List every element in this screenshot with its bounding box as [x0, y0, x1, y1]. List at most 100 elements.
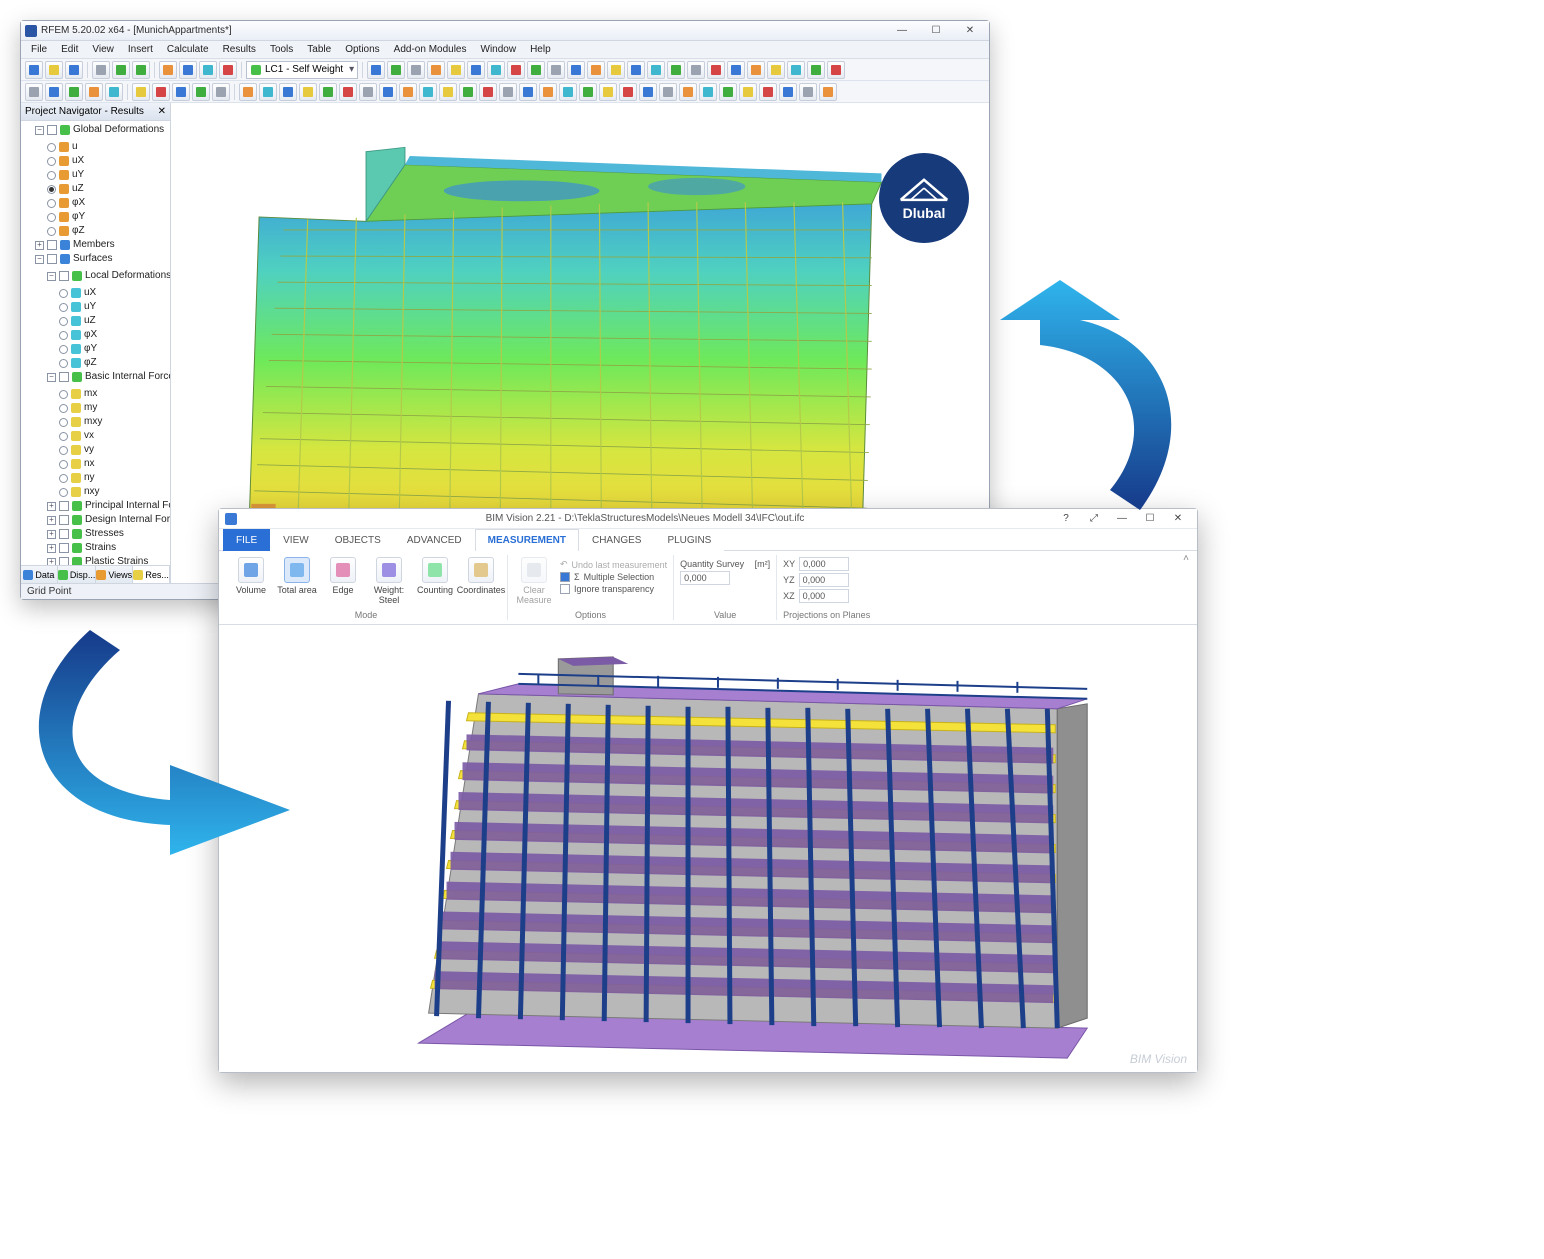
tab-changes[interactable]: CHANGES: [579, 529, 654, 551]
tb-btn-icon[interactable]: [719, 83, 737, 101]
tree-surfaces[interactable]: Surfaces: [73, 252, 112, 266]
checkbox[interactable]: [59, 271, 69, 281]
tree-item[interactable]: φY: [72, 210, 85, 224]
checkbox[interactable]: [47, 240, 57, 250]
menu-window[interactable]: Window: [475, 43, 523, 56]
tb-btn-icon[interactable]: [179, 61, 197, 79]
tb-btn-icon[interactable]: [467, 61, 485, 79]
maximize-button[interactable]: ☐: [921, 23, 951, 39]
undo-measurement[interactable]: ↶Undo last measurement: [560, 559, 667, 570]
tree-item[interactable]: my: [84, 401, 97, 415]
expand-icon[interactable]: −: [47, 272, 56, 281]
tb-btn-icon[interactable]: [599, 83, 617, 101]
loadcase-combo[interactable]: LC1 - Self Weight: [246, 61, 358, 79]
radio[interactable]: [59, 345, 68, 354]
tb-btn-icon[interactable]: [487, 61, 505, 79]
tb-btn-icon[interactable]: [539, 83, 557, 101]
radio[interactable]: [59, 474, 68, 483]
tb-btn-icon[interactable]: [527, 61, 545, 79]
tb-btn-icon[interactable]: [807, 61, 825, 79]
radio[interactable]: [59, 404, 68, 413]
expand-icon[interactable]: −: [35, 126, 44, 135]
close-button[interactable]: ✕: [955, 23, 985, 39]
tb-new-icon[interactable]: [25, 61, 43, 79]
menu-insert[interactable]: Insert: [122, 43, 159, 56]
tb-btn-icon[interactable]: [45, 83, 63, 101]
menu-tools[interactable]: Tools: [264, 43, 299, 56]
tb-btn-icon[interactable]: [587, 61, 605, 79]
tree-item[interactable]: nxy: [84, 485, 100, 499]
tb-btn-icon[interactable]: [679, 83, 697, 101]
tree-global-deformations[interactable]: Global Deformations: [73, 123, 164, 137]
menu-view[interactable]: View: [86, 43, 120, 56]
mode-volume[interactable]: Volume: [231, 555, 271, 595]
tree-item[interactable]: mxy: [84, 415, 102, 429]
tab-plugins[interactable]: PLUGINS: [654, 529, 724, 551]
tb-btn-icon[interactable]: [459, 83, 477, 101]
checkbox[interactable]: [59, 372, 69, 382]
tree-item[interactable]: uX: [72, 154, 84, 168]
tb-btn-icon[interactable]: [727, 61, 745, 79]
tree-plastic-strains[interactable]: Plastic Strains: [85, 555, 148, 565]
clear-measure[interactable]: Clear Measure: [514, 555, 554, 605]
tree-basic-if[interactable]: Basic Internal Forces: [85, 370, 170, 384]
menu-options[interactable]: Options: [339, 43, 385, 56]
tree-design-if[interactable]: Design Internal Forces: [85, 513, 170, 527]
checkbox[interactable]: [59, 557, 69, 565]
tb-btn-icon[interactable]: [367, 61, 385, 79]
tb-btn-icon[interactable]: [827, 61, 845, 79]
proj-xy-field[interactable]: 0,000: [799, 557, 849, 571]
expand-icon[interactable]: +: [47, 516, 56, 525]
tb-btn-icon[interactable]: [279, 83, 297, 101]
radio[interactable]: [47, 227, 56, 236]
radio[interactable]: [59, 460, 68, 469]
radio[interactable]: [47, 143, 56, 152]
tb-btn-icon[interactable]: [707, 61, 725, 79]
menu-results[interactable]: Results: [217, 43, 262, 56]
menu-file[interactable]: File: [25, 43, 53, 56]
checkbox[interactable]: [47, 125, 57, 135]
tb-btn-icon[interactable]: [319, 83, 337, 101]
tb-btn-icon[interactable]: [767, 61, 785, 79]
tb-btn-icon[interactable]: [819, 83, 837, 101]
radio[interactable]: [59, 303, 68, 312]
tree-item[interactable]: vx: [84, 429, 94, 443]
radio[interactable]: [59, 488, 68, 497]
tb-btn-icon[interactable]: [152, 83, 170, 101]
checkbox[interactable]: [560, 584, 570, 594]
tb-btn-icon[interactable]: [359, 83, 377, 101]
tb-btn-icon[interactable]: [212, 83, 230, 101]
tree-item[interactable]: vy: [84, 443, 94, 457]
tab-measurement[interactable]: MEASUREMENT: [475, 529, 579, 551]
tb-btn-icon[interactable]: [419, 83, 437, 101]
tree-item[interactable]: u: [72, 140, 78, 154]
tab-view[interactable]: VIEW: [270, 529, 322, 551]
menu-addons[interactable]: Add-on Modules: [388, 43, 473, 56]
tb-btn-icon[interactable]: [192, 83, 210, 101]
expand-icon[interactable]: +: [35, 241, 44, 250]
checkbox[interactable]: [59, 515, 69, 525]
nav-tab-views[interactable]: Views: [96, 566, 133, 583]
tb-btn-icon[interactable]: [499, 83, 517, 101]
tb-save-icon[interactable]: [65, 61, 83, 79]
tb-btn-icon[interactable]: [747, 61, 765, 79]
radio[interactable]: [59, 446, 68, 455]
bim-viewport[interactable]: BIM Vision: [219, 625, 1197, 1072]
tree-item[interactable]: ny: [84, 471, 95, 485]
tree-item[interactable]: uZ: [84, 314, 96, 328]
tb-btn-icon[interactable]: [259, 83, 277, 101]
mode-weight[interactable]: Weight: Steel: [369, 555, 409, 605]
expand-icon[interactable]: −: [47, 373, 56, 382]
tb-btn-icon[interactable]: [639, 83, 657, 101]
tb-btn-icon[interactable]: [105, 83, 123, 101]
menu-calculate[interactable]: Calculate: [161, 43, 215, 56]
tree-strains[interactable]: Strains: [85, 541, 116, 555]
tb-btn-icon[interactable]: [172, 83, 190, 101]
tb-btn-icon[interactable]: [607, 61, 625, 79]
proj-xz-field[interactable]: 0,000: [799, 589, 849, 603]
tb-btn-icon[interactable]: [507, 61, 525, 79]
tb-open-icon[interactable]: [45, 61, 63, 79]
mode-total-area[interactable]: Total area: [277, 555, 317, 595]
mode-edge[interactable]: Edge: [323, 555, 363, 595]
menu-edit[interactable]: Edit: [55, 43, 84, 56]
